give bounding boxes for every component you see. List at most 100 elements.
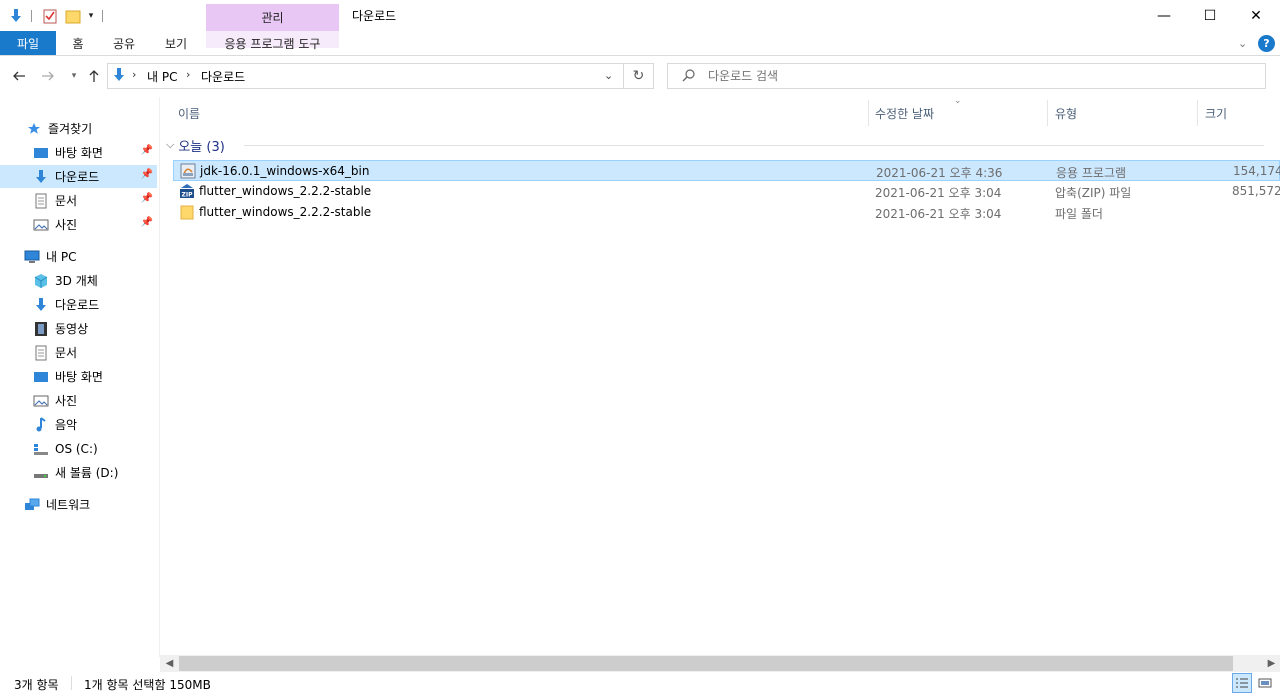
customize-qa-icon[interactable]: ▾: [84, 6, 98, 26]
sidebar-item-documents[interactable]: 문서 📌: [0, 189, 157, 212]
sidebar-item-3d-objects[interactable]: 3D 개체: [0, 269, 157, 292]
file-row[interactable]: ZIP flutter_windows_2.2.2-stable 2021-06…: [173, 181, 1280, 202]
pin-icon: 📌: [140, 145, 153, 156]
sidebar-item-pc-pictures[interactable]: 사진: [0, 389, 157, 412]
group-header-today[interactable]: ⌵ 오늘 (3): [166, 136, 225, 155]
sidebar-quick-access[interactable]: 즐겨찾기: [0, 117, 157, 140]
large-icons-view-icon: [1258, 678, 1272, 688]
pane-divider[interactable]: [159, 97, 160, 657]
sidebar-item-label: 내 PC: [46, 250, 77, 264]
search-icon: [682, 68, 696, 85]
sidebar-item-videos[interactable]: 동영상: [0, 317, 157, 340]
installer-icon: [180, 163, 196, 179]
title-bar: [0, 0, 1280, 31]
column-divider[interactable]: [1197, 100, 1198, 126]
breadcrumb-this-pc[interactable]: 내 PC: [147, 68, 177, 85]
sidebar-item-pictures[interactable]: 사진 📌: [0, 213, 157, 236]
file-date: 2021-06-21 오후 4:36: [876, 166, 1003, 180]
sidebar-item-drive-d[interactable]: 새 볼륨 (D:): [0, 461, 157, 484]
help-icon[interactable]: ?: [1258, 35, 1275, 52]
address-dropdown-icon[interactable]: ⌄: [604, 69, 613, 82]
breadcrumb-downloads[interactable]: 다운로드: [201, 68, 245, 85]
film-icon: [33, 321, 49, 337]
minimize-button[interactable]: —: [1141, 0, 1187, 31]
downloads-icon: [33, 297, 49, 313]
sidebar-item-downloads[interactable]: 다운로드 📌: [0, 165, 157, 188]
tab-file[interactable]: 파일: [0, 31, 56, 55]
group-label: 오늘 (3): [178, 139, 225, 155]
maximize-icon: ☐: [1203, 7, 1217, 24]
column-header-name[interactable]: 이름: [178, 101, 866, 125]
scrollbar-thumb[interactable]: [179, 656, 1233, 671]
sidebar-item-pc-documents[interactable]: 문서: [0, 341, 157, 364]
up-button[interactable]: [84, 66, 104, 86]
contextual-group-label[interactable]: 관리: [206, 9, 339, 26]
refresh-button[interactable]: ↻: [624, 63, 654, 89]
group-divider: [244, 145, 1264, 146]
file-type: 파일 폴더: [1055, 207, 1103, 221]
sidebar-item-label: OS (C:): [55, 441, 98, 456]
sidebar-item-label: 문서: [55, 346, 78, 360]
back-button[interactable]: [9, 66, 29, 86]
tab-share[interactable]: 공유: [104, 31, 144, 55]
details-view-button[interactable]: [1232, 673, 1252, 693]
sidebar-item-label: 다운로드: [55, 170, 100, 184]
column-divider[interactable]: [1047, 100, 1048, 126]
file-row[interactable]: flutter_windows_2.2.2-stable 2021-06-21 …: [173, 202, 1280, 223]
column-divider[interactable]: [868, 100, 869, 126]
tab-view[interactable]: 보기: [156, 31, 196, 55]
maximize-button[interactable]: ☐: [1187, 0, 1233, 31]
sidebar-item-desktop[interactable]: 바탕 화면 📌: [0, 141, 157, 164]
pin-icon: 📌: [140, 169, 153, 180]
file-row[interactable]: jdk-16.0.1_windows-x64_bin 2021-06-21 오후…: [173, 160, 1280, 181]
large-icons-view-button[interactable]: [1255, 673, 1275, 693]
sidebar-item-label: 사진: [55, 218, 78, 232]
properties-icon[interactable]: [40, 6, 60, 26]
downloads-quick-icon[interactable]: [6, 6, 26, 26]
sidebar-this-pc[interactable]: 내 PC: [0, 245, 157, 268]
file-type: 응용 프로그램: [1056, 166, 1127, 180]
desktop-icon: [33, 145, 49, 161]
status-divider: [71, 676, 72, 690]
status-selection: 1개 항목 선택함 150MB: [84, 678, 211, 692]
sidebar-item-music[interactable]: 음악: [0, 413, 157, 436]
tab-application-tools[interactable]: 응용 프로그램 도구: [206, 31, 339, 55]
search-input[interactable]: [708, 68, 1248, 84]
file-name: jdk-16.0.1_windows-x64_bin: [200, 164, 370, 178]
sidebar-item-label: 바탕 화면: [55, 370, 103, 384]
close-icon: ✕: [1250, 7, 1262, 24]
document-icon: [33, 345, 49, 361]
search-box[interactable]: [667, 63, 1266, 89]
sidebar-item-pc-downloads[interactable]: 다운로드: [0, 293, 157, 316]
sidebar-item-drive-c[interactable]: OS (C:): [0, 437, 157, 460]
new-folder-icon[interactable]: [63, 6, 83, 26]
expand-ribbon-icon[interactable]: ⌄: [1238, 34, 1252, 52]
sidebar-item-label: 네트워크: [46, 498, 91, 512]
recent-locations-button[interactable]: ▾: [64, 66, 84, 86]
zip-icon: ZIP: [179, 183, 195, 199]
cube-icon: [33, 273, 49, 289]
column-header-type[interactable]: 유형: [1055, 101, 1195, 125]
address-bar[interactable]: › 내 PC › 다운로드 ⌄: [107, 63, 624, 89]
close-button[interactable]: ✕: [1233, 0, 1279, 31]
scroll-right-button[interactable]: ▶: [1263, 655, 1280, 672]
qa-divider: [102, 10, 103, 22]
scroll-left-button[interactable]: ◀: [161, 655, 178, 672]
pin-icon: 📌: [140, 193, 153, 204]
downloads-icon: [33, 169, 49, 185]
forward-button[interactable]: [38, 66, 58, 86]
tab-home[interactable]: 홈: [60, 31, 96, 55]
sidebar-network[interactable]: 네트워크: [0, 493, 157, 516]
minimize-icon: —: [1157, 7, 1171, 24]
sidebar-item-label: 바탕 화면: [55, 146, 103, 160]
sidebar-item-label: 동영상: [55, 322, 89, 336]
sidebar-item-label: 3D 개체: [55, 274, 98, 288]
file-size: 154,174KB: [1233, 164, 1280, 178]
pictures-icon: [33, 393, 49, 409]
file-date: 2021-06-21 오후 3:04: [875, 186, 1002, 200]
sidebar-item-label: 즐겨찾기: [48, 122, 93, 136]
chevron-right-icon[interactable]: ›: [186, 68, 190, 81]
document-icon: [33, 193, 49, 209]
column-header-size[interactable]: 크기: [1205, 101, 1275, 125]
sidebar-item-pc-desktop[interactable]: 바탕 화면: [0, 365, 157, 388]
